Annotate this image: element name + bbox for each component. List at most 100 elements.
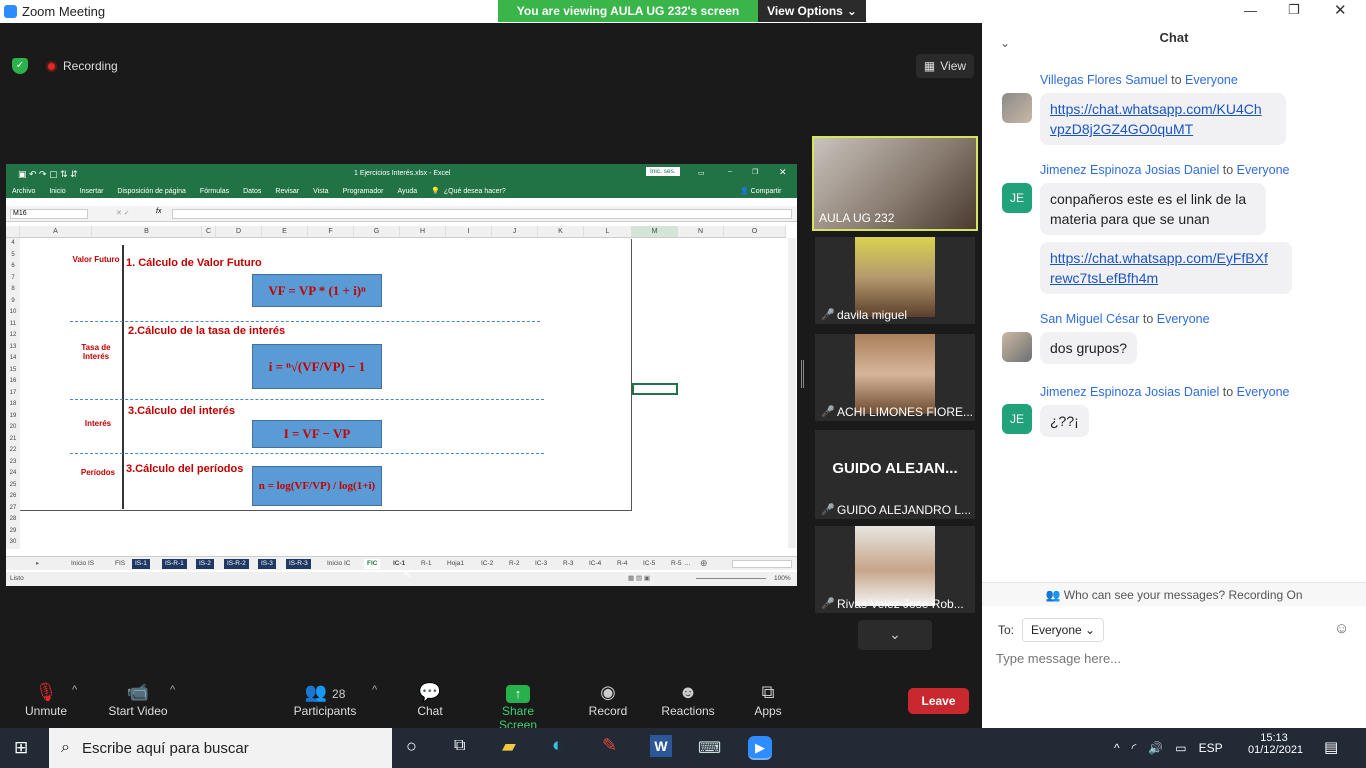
row-header[interactable]: 17 <box>6 387 20 399</box>
row-header[interactable]: 22 <box>6 445 20 457</box>
participant-tile[interactable]: 🎤 davila miguel <box>815 237 975 324</box>
row-header[interactable]: 10 <box>6 307 20 319</box>
row-header[interactable]: 8 <box>6 284 20 296</box>
sheet-tab[interactable]: Hoja1 <box>444 559 467 569</box>
view-button[interactable]: ▦ View <box>916 54 974 78</box>
chat-button[interactable]: 💬 Chat <box>412 680 448 718</box>
unmute-button[interactable]: 🎙 Unmute <box>22 680 70 718</box>
spreadsheet-grid[interactable]: A B C D E F G H I J K L M N O 4 5 6 7 8 9 10 11… <box>6 226 797 560</box>
row-header[interactable]: 27 <box>6 502 20 514</box>
sheet-tab[interactable]: Inicio IC <box>324 559 353 569</box>
ribbon-tab[interactable]: Fórmulas <box>200 188 229 195</box>
sheet-tab-active[interactable]: FIC <box>364 559 381 569</box>
sheet-tab[interactable]: IS-R-3 <box>286 559 311 569</box>
row-header[interactable]: 5 <box>6 249 20 261</box>
row-header[interactable]: 13 <box>6 341 20 353</box>
close-icon[interactable]: ✕ <box>779 167 787 178</box>
column-header[interactable]: J <box>492 226 538 238</box>
participant-tile[interactable]: 🎤 ACHI LIMONES FIORE... <box>815 334 975 421</box>
zoom-taskbar-icon[interactable]: ▶ <box>748 736 772 760</box>
volume-icon[interactable]: 🔊 <box>1148 741 1163 755</box>
apps-button[interactable]: ⧉ Apps <box>750 680 786 718</box>
splitter-handle[interactable] <box>801 360 804 388</box>
view-mode-icon[interactable]: ▦ ▤ ▣ <box>628 574 650 582</box>
name-box[interactable]: M16 <box>10 209 88 219</box>
cortana-icon[interactable]: ○ <box>406 736 417 757</box>
row-header[interactable]: 15 <box>6 364 20 376</box>
restore-icon[interactable]: ❐ <box>1288 2 1300 18</box>
sheet-tab[interactable]: IS-R-2 <box>224 559 249 569</box>
taskbar-search[interactable]: ⌕ Escribe aquí para buscar <box>49 728 392 768</box>
ribbon-tab[interactable]: Inicio <box>49 188 65 195</box>
record-button[interactable]: ◉ Record <box>588 680 628 718</box>
sheet-tab[interactable]: R-2 <box>506 559 522 569</box>
recipient-select[interactable]: Everyone ⌄ <box>1022 618 1105 642</box>
edge-icon[interactable]: ◐ <box>552 735 563 757</box>
minimize-icon[interactable]: — <box>1244 3 1257 18</box>
tab-scroll-icon[interactable]: ▸ <box>36 559 39 567</box>
row-header[interactable]: 21 <box>6 433 20 445</box>
shield-icon[interactable]: ✓ <box>12 58 28 74</box>
share-screen-button[interactable]: ↑ Share Screen <box>482 680 554 732</box>
tray-expand-icon[interactable]: ^ <box>1114 741 1120 755</box>
ribbon-tab[interactable]: Insertar <box>80 188 104 195</box>
row-header[interactable]: 19 <box>6 410 20 422</box>
column-header[interactable]: B <box>92 226 202 238</box>
row-header[interactable]: 20 <box>6 422 20 434</box>
leave-button[interactable]: Leave <box>908 688 969 714</box>
ribbon-tab[interactable]: Archivo <box>12 188 35 195</box>
row-header[interactable]: 29 <box>6 525 20 537</box>
sheet-tab[interactable]: R-3 <box>560 559 576 569</box>
column-header[interactable]: L <box>584 226 632 238</box>
tell-me-search[interactable]: ¿Qué desea hacer? <box>444 188 506 195</box>
column-header[interactable]: G <box>354 226 400 238</box>
sheet-tab[interactable]: Inicio IS <box>68 559 97 569</box>
row-header[interactable]: 16 <box>6 376 20 388</box>
horizontal-scrollbar[interactable] <box>732 560 792 568</box>
battery-icon[interactable]: ▭ <box>1175 741 1186 755</box>
privacy-notice[interactable]: 👥 Who can see your messages? Recording O… <box>982 582 1366 606</box>
row-header[interactable]: 18 <box>6 399 20 411</box>
column-header[interactable]: A <box>20 226 92 238</box>
formula-cancel-icon[interactable]: ✕ ✓ <box>116 209 130 217</box>
column-header[interactable]: C <box>202 226 216 238</box>
ribbon-tab[interactable]: Datos <box>243 188 261 195</box>
language-indicator[interactable]: ESP <box>1199 741 1223 755</box>
message-link[interactable]: vpzD8j2GZ4GO0quMT <box>1050 121 1193 137</box>
sheet-tab[interactable]: R-4 <box>614 559 630 569</box>
sheet-tab[interactable]: IS-3 <box>258 559 276 569</box>
participants-button[interactable]: 👥 28 Participants <box>292 680 358 718</box>
row-header[interactable]: 9 <box>6 295 20 307</box>
view-options-button[interactable]: View Options ⌄ <box>758 0 866 22</box>
ribbon-tab[interactable]: Ayuda <box>397 188 417 195</box>
message-input[interactable] <box>996 647 1346 669</box>
sheet-tab[interactable]: IS-1 <box>132 559 150 569</box>
row-header[interactable]: 12 <box>6 330 20 342</box>
participant-tile[interactable]: 🎤 Rivas Velez Jose Rob... <box>815 526 975 613</box>
share-button[interactable]: 👤 Compartir <box>740 187 781 195</box>
selected-cell[interactable] <box>632 383 678 395</box>
word-icon[interactable]: W <box>650 735 672 757</box>
audio-options-icon[interactable]: ^ <box>72 684 77 696</box>
sheet-tab[interactable]: IC-2 <box>478 559 496 569</box>
add-sheet-icon[interactable]: ⊕ <box>700 558 708 569</box>
notifications-icon[interactable]: ▤ <box>1324 738 1338 756</box>
sheet-tab[interactable]: IC-4 <box>586 559 604 569</box>
message-link[interactable]: rewc7tsLefBfh4m <box>1050 270 1158 286</box>
corner-cell[interactable] <box>6 226 20 238</box>
participant-tile[interactable]: GUIDO ALEJAN... 🎤 GUIDO ALEJANDRO L... <box>815 430 975 519</box>
ribbon-display-icon[interactable]: ▭ <box>698 169 705 177</box>
row-header[interactable]: 7 <box>6 272 20 284</box>
clock[interactable]: 15:13 01/12/2021 <box>1248 732 1303 756</box>
row-header[interactable]: 11 <box>6 318 20 330</box>
reactions-button[interactable]: ☻ Reactions <box>660 680 716 718</box>
column-header[interactable]: H <box>400 226 446 238</box>
sheet-tab[interactable]: R-1 <box>418 559 434 569</box>
message-link[interactable]: https://chat.whatsapp.com/KU4Ch <box>1050 101 1262 117</box>
column-header[interactable]: I <box>446 226 492 238</box>
sheet-tab[interactable]: FIS <box>112 559 128 569</box>
keyboard-app-icon[interactable]: ⌨ <box>698 738 721 758</box>
sheet-tab[interactable]: IS-2 <box>196 559 214 569</box>
row-header[interactable]: 28 <box>6 514 20 526</box>
vertical-scrollbar[interactable] <box>788 238 796 548</box>
